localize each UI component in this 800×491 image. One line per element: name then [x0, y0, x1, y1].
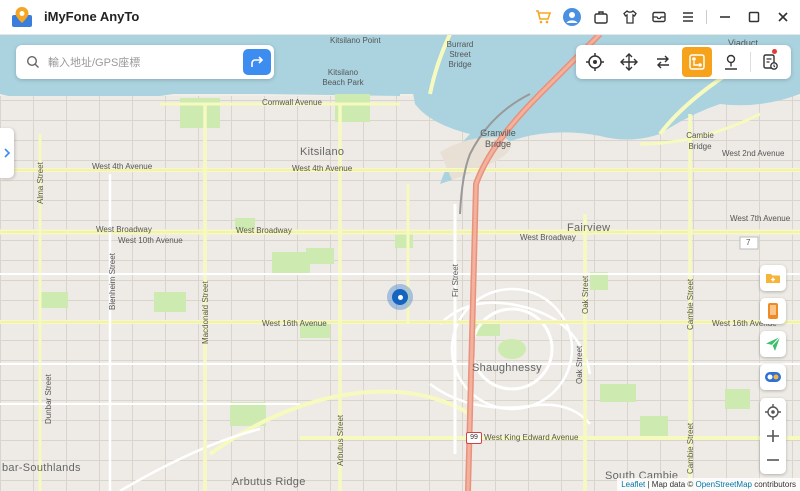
- zoom-panel: [760, 398, 786, 474]
- device-icon: [768, 303, 778, 319]
- search-bar: [16, 45, 274, 79]
- jump-teleport-icon: [725, 54, 737, 70]
- chevron-right-icon: [4, 148, 11, 158]
- map-label-arbutus-ridge: Arbutus Ridge: [232, 476, 306, 488]
- saved-folder-icon: [766, 274, 780, 283]
- briefcase-icon[interactable]: [590, 6, 612, 28]
- map-label-king-edward: West King Edward Avenue: [484, 433, 579, 442]
- menu-icon[interactable]: [677, 6, 699, 28]
- map-label-broadway-b: West Broadway: [236, 226, 292, 235]
- close-icon[interactable]: [772, 6, 794, 28]
- search-input[interactable]: [46, 53, 250, 73]
- map-label-broadway-c: West Broadway: [520, 233, 576, 242]
- send-location-icon: [766, 336, 781, 351]
- minimize-icon[interactable]: [714, 6, 736, 28]
- toggle-mode-button[interactable]: [760, 364, 786, 390]
- multi-spot-mode-button[interactable]: [682, 47, 712, 77]
- redirect-arrow-icon: [251, 56, 264, 67]
- locate-button[interactable]: [760, 400, 786, 424]
- notification-dot: [772, 49, 777, 54]
- joystick-icon: [620, 53, 638, 71]
- two-spot-icon: [657, 55, 669, 69]
- zoom-in-button[interactable]: [760, 424, 786, 448]
- user-icon[interactable]: [561, 6, 583, 28]
- map-label-cambie: Cambie Street: [686, 278, 695, 330]
- map-label-oak-a: Oak Street: [581, 275, 590, 314]
- multi-spot-icon: [689, 54, 705, 70]
- map-label-west-16th-a: West 16th Avenue: [262, 319, 327, 328]
- osm-link[interactable]: OpenStreetMap: [695, 480, 751, 489]
- title-bar-divider: [706, 10, 707, 24]
- attribution-separator: | Map data ©: [645, 480, 696, 489]
- zoom-in-icon: [767, 430, 779, 442]
- map-label-shaughnessy: Shaughnessy: [472, 362, 542, 374]
- mode-toolbar-divider: [750, 52, 751, 72]
- locate-icon: [765, 404, 781, 420]
- map-label-bar-southlands: bar-Southlands: [2, 462, 81, 474]
- map-label-west-4th-b: West 4th Avenue: [292, 164, 353, 173]
- two-spot-mode-button[interactable]: [648, 47, 678, 77]
- map-label-blenheim: Blenheim Street: [108, 253, 117, 310]
- leaflet-link[interactable]: Leaflet: [621, 480, 645, 489]
- map-label-macdonald: Macdonald Street: [201, 281, 210, 344]
- title-bar-actions: [525, 6, 794, 28]
- cart-icon[interactable]: [532, 6, 554, 28]
- marker-dot: [397, 294, 403, 300]
- joystick-mode-button[interactable]: [614, 47, 644, 77]
- search-go-button[interactable]: [243, 49, 271, 75]
- map-label-burrard-bridge: Burrard Street Bridge: [446, 40, 474, 69]
- saved-locations-button[interactable]: [760, 265, 786, 291]
- app-title: iMyFone AnyTo: [44, 9, 140, 24]
- jump-teleport-mode-button[interactable]: [716, 47, 746, 77]
- app-window: iMyFone AnyTo Kitsilano Point Kitsilano …: [0, 0, 800, 491]
- map-label-west-10th: West 10th Avenue: [118, 236, 183, 245]
- marker-core: [392, 289, 408, 305]
- map-label-west-2nd: West 2nd Avenue: [722, 149, 785, 158]
- map-label-cambie-bridge: Cambie Bridge: [686, 131, 714, 151]
- shirt-icon[interactable]: [619, 6, 641, 28]
- map-label-kitsilano: Kitsilano: [300, 146, 345, 158]
- search-icon: [26, 55, 39, 68]
- map-label-broadway-a: West Broadway: [96, 225, 152, 234]
- map-view[interactable]: Kitsilano Point Kitsilano Beach Park Bur…: [0, 34, 800, 491]
- map-label-alma: Alma Street: [36, 162, 45, 204]
- title-bar: iMyFone AnyTo: [0, 0, 800, 35]
- map-tiles: [0, 34, 800, 491]
- teleport-icon: [586, 53, 604, 71]
- history-icon: [763, 54, 778, 70]
- highway-99-shield: 99: [466, 432, 482, 444]
- highway-7-shield: 7: [746, 238, 751, 247]
- map-label-dunbar: Dunbar Street: [44, 374, 53, 424]
- app-logo-icon: [12, 7, 32, 27]
- map-label-fir: Fir Street: [451, 264, 460, 297]
- toggle-icon: [765, 372, 781, 382]
- map-label-oak-b: Oak Street: [575, 345, 584, 384]
- device-button[interactable]: [760, 298, 786, 324]
- map-label-granville-bridge: Granville Bridge: [480, 128, 516, 149]
- map-label-arbutus: Arbutus Street: [336, 414, 345, 466]
- map-label-west-7th: West 7th Avenue: [730, 214, 791, 223]
- zoom-out-icon: [767, 459, 779, 461]
- map-attribution: Leaflet | Map data © OpenStreetMap contr…: [617, 478, 800, 491]
- map-label-kitsilano-beach-park: Kitsilano Beach Park: [322, 68, 364, 87]
- map-label-west-4th-a: West 4th Avenue: [92, 162, 153, 171]
- map-label-cambie-b: Cambie Street: [686, 422, 695, 474]
- map-label-kitsilano-point: Kitsilano Point: [330, 36, 381, 45]
- mail-icon[interactable]: [648, 6, 670, 28]
- current-location-marker[interactable]: [387, 284, 413, 310]
- maximize-icon[interactable]: [743, 6, 765, 28]
- attribution-contributors: contributors: [751, 480, 796, 489]
- zoom-out-button[interactable]: [760, 448, 786, 472]
- map-label-cornwall: Cornwall Avenue: [262, 98, 322, 107]
- teleport-mode-button[interactable]: [580, 47, 610, 77]
- send-location-button[interactable]: [760, 331, 786, 357]
- side-panel-toggle[interactable]: [0, 128, 14, 178]
- history-button[interactable]: [755, 47, 785, 77]
- mode-toolbar: [576, 45, 791, 79]
